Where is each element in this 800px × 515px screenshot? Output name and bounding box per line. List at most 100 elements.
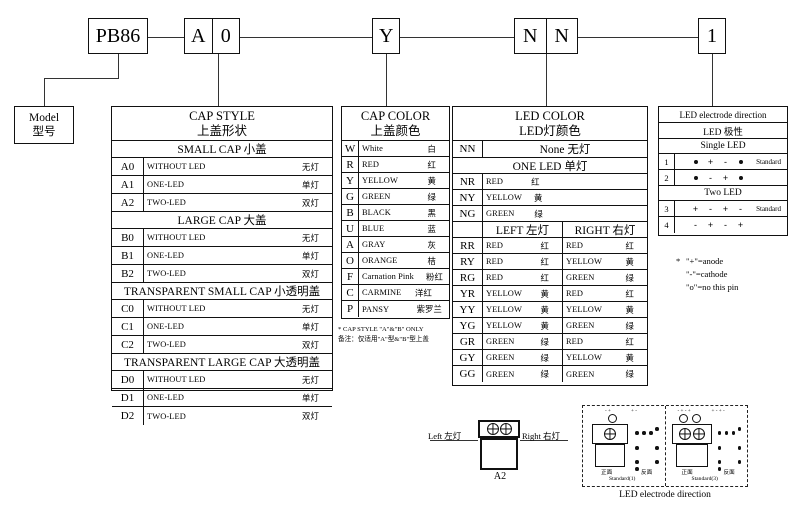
code-cell-led-color-2: N (545, 19, 578, 53)
code-box-cap-color[interactable]: Y (372, 18, 400, 54)
cap-style-value-en: WITHOUT LED (147, 162, 206, 171)
cap-color-footnote-en: * CAP STYLE "A"&"B" ONLY (338, 326, 424, 333)
cap-style-value: ONE-LED 单灯 (144, 318, 332, 335)
led-left-icon (486, 423, 499, 435)
panel1-back-label: 反面 (641, 470, 653, 476)
cap-style-value-en: WITHOUT LED (147, 233, 206, 242)
cap-style-value-en: TWO-LED (147, 198, 186, 207)
cap-style-value: TWO-LED 双灯 (144, 194, 332, 211)
panel1-top-marks-2: + - (631, 408, 637, 414)
electrode-pin-2: + (707, 220, 714, 230)
led-color-right-cn: 红 (625, 289, 634, 299)
panel1-top-led-icon (608, 414, 617, 423)
cap-color-value-en: BLACK (362, 208, 391, 217)
cap-style-code: A1 (112, 176, 144, 193)
cap-color-title-en: CAP COLOR (360, 109, 431, 124)
cap-style-value-cn: 无灯 (302, 233, 319, 243)
led-color-right-en: GREEN (566, 273, 595, 282)
code-box-led-color[interactable]: N N (514, 18, 578, 54)
drop-capstyle (218, 54, 220, 106)
cap-color-value-cn: 桔 (427, 256, 436, 266)
electrode-pin-1: + (692, 203, 699, 214)
panel2-pin (717, 467, 722, 471)
panel2-pin (724, 431, 729, 435)
led-color-value-cn: 绿 (534, 209, 543, 219)
cap-color-value-en: ORANGE (362, 256, 398, 265)
cap-color-footnote-cn: 备注：仅适用"A"型&"B"型上盖 (338, 335, 429, 343)
electrode-row-code: 2 (659, 170, 675, 185)
led-color-left: RED 红 (483, 270, 563, 285)
cap-color-value: RED 红 (359, 157, 449, 172)
led-color-left-en: RED (486, 241, 504, 250)
led-color-right-en: YELLOW (566, 353, 602, 362)
cap-color-value: GREEN 绿 (359, 189, 449, 204)
led-color-right: GREEN 绿 (563, 366, 647, 382)
cap-color-value-en: BLUE (362, 224, 385, 233)
panel2-pin (717, 460, 722, 464)
led-color-spacer (453, 222, 483, 237)
cap-color-value: BLACK 黑 (359, 205, 449, 220)
electrode-pin-4: + (737, 220, 744, 230)
cap-style-code: B0 (112, 229, 144, 246)
electrode-pin-1: - (694, 220, 697, 230)
electrode-standard-note: Standard (756, 204, 781, 213)
cap-style-value: WITHOUT LED 无灯 (144, 229, 332, 246)
cap-style-value-cn: 单灯 (302, 251, 319, 261)
code-box-cap-style[interactable]: A 0 (184, 18, 240, 54)
cap-color-code: U (342, 221, 359, 236)
electrode-single-header: Single LED (700, 141, 746, 151)
cap-style-value-cn: 双灯 (302, 340, 319, 350)
electrode-standard-note: Standard (756, 157, 781, 166)
led-color-none-label: None 无灯 (539, 144, 591, 156)
cap-style-value: ONE-LED 单灯 (144, 247, 332, 264)
panel1-device-body (595, 444, 625, 467)
code-box-model[interactable]: PB86 (88, 18, 148, 54)
led-color-right-cn: 绿 (625, 273, 634, 283)
led-color-right: RED 红 (563, 238, 647, 253)
led-color-right-en: RED (566, 289, 584, 298)
led-color-right-cn: 红 (625, 337, 634, 347)
led-color-code: YG (453, 318, 483, 333)
cap-style-code: C2 (112, 336, 144, 353)
panel1-pin (635, 446, 639, 450)
led-color-left-en: RED (486, 257, 504, 266)
cap-color-value-en: RED (362, 160, 380, 169)
led-color-table: LED COLOR LED灯颜色 NN None 无灯 ONE LED 单灯 N… (452, 106, 648, 386)
cap-color-value-en: GREEN (362, 192, 391, 201)
code-box-electrode[interactable]: 1 (698, 18, 726, 54)
electrode-diagram-panel-two: - + - + + - + - 正面 反面 Standard(3) (664, 406, 748, 486)
electrode-pin-3: - (724, 156, 727, 167)
electrode-title-cn: LED 极性 (703, 127, 743, 138)
led-color-code: RG (453, 270, 483, 285)
panel2-pin (731, 431, 736, 435)
panel1-pin (635, 431, 639, 435)
cap-color-title: CAP COLOR 上盖颜色 (342, 107, 449, 140)
panel1-front-label: 正面 (601, 470, 613, 476)
cap-color-value-cn: 绿 (427, 192, 436, 202)
panel2-pin (737, 460, 742, 464)
led-color-value-en: GREEN (486, 209, 515, 218)
led-color-value-en: YELLOW (486, 193, 522, 202)
panel2-top-led-icon-right (691, 414, 701, 423)
led-color-left-en: GREEN (486, 337, 515, 346)
led-color-left-cn: 红 (540, 257, 549, 267)
drop-ledcolor (546, 54, 548, 106)
led-color-left-cn: 绿 (540, 353, 549, 363)
cap-style-value-en: ONE-LED (147, 180, 184, 189)
cap-style-value-cn: 双灯 (302, 269, 319, 279)
cap-color-value-cn: 黑 (427, 208, 436, 218)
cap-style-title-en: CAP STYLE (189, 109, 255, 124)
electrode-pin-4: - (739, 203, 742, 214)
model-label-en: Model (28, 111, 60, 124)
drop-capcolor (386, 54, 388, 106)
panel2-pin (717, 431, 722, 435)
electrode-pin-3: - (724, 220, 727, 230)
cap-style-value: ONE-LED 单灯 (144, 176, 332, 193)
led-color-value: RED 红 (483, 174, 647, 189)
cap-style-code: A2 (112, 194, 144, 211)
cap-style-code: B2 (112, 265, 144, 282)
legend-star-marker: * (676, 256, 681, 266)
led-color-left: GREEN 绿 (483, 334, 563, 349)
a2-body (480, 438, 518, 470)
code-cell-cap-style-digit: 0 (211, 19, 240, 53)
